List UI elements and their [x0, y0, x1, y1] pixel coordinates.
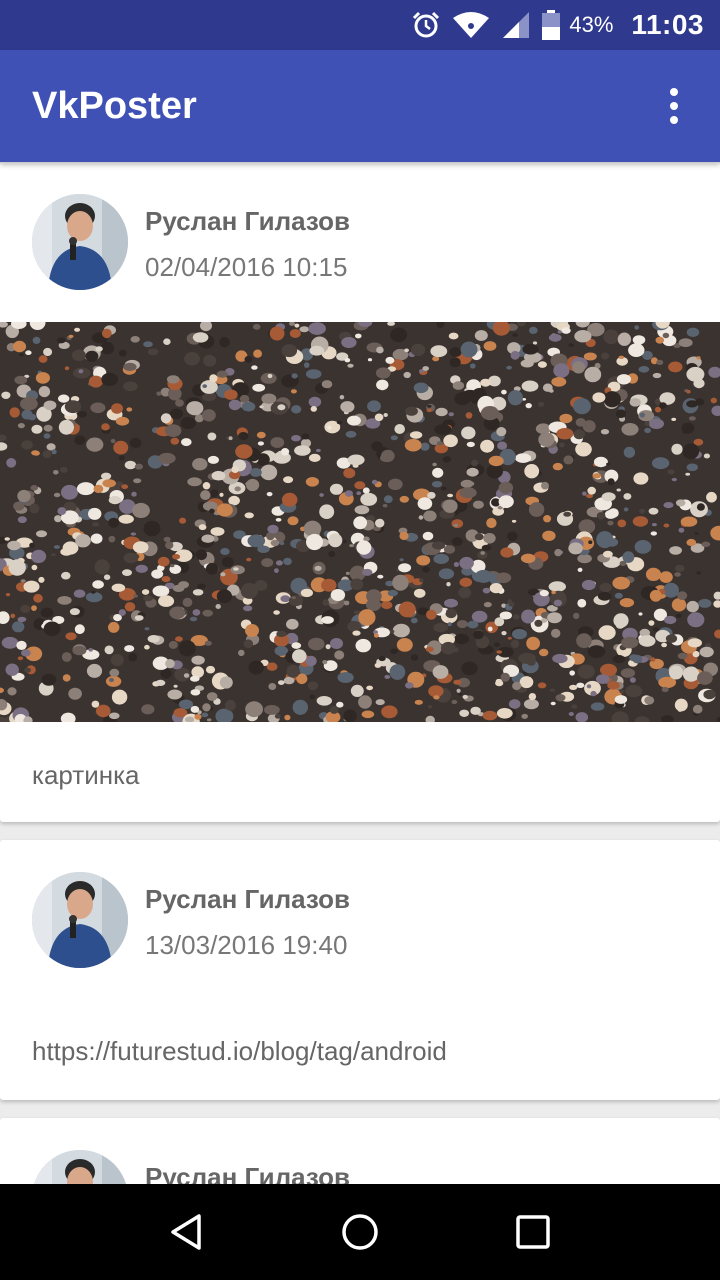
author-avatar[interactable]: [32, 1150, 128, 1184]
recents-icon[interactable]: [493, 1192, 573, 1272]
post-header: Руслан Гилазов 02/04/2016 10:15: [0, 162, 720, 322]
overflow-menu-icon[interactable]: [652, 78, 696, 134]
app-bar: VkPoster: [0, 50, 720, 162]
author-avatar[interactable]: [32, 872, 128, 968]
status-bar: 43% 11:03: [0, 0, 720, 50]
battery-percent: 43%: [569, 12, 614, 37]
author-name[interactable]: Руслан Гилазов: [145, 1162, 350, 1184]
status-clock: 11:03: [631, 9, 704, 40]
post-text: картинка: [32, 760, 140, 790]
signal-icon: [501, 10, 531, 40]
alarm-icon: [411, 10, 441, 40]
post-link[interactable]: https://futurestud.io/blog/tag/android: [0, 1000, 720, 1100]
post-image[interactable]: [0, 322, 720, 722]
post-header: Руслан Гилазов: [0, 1118, 720, 1184]
home-icon[interactable]: [320, 1192, 400, 1272]
post-feed[interactable]: Руслан Гилазов 02/04/2016 10:15 картинка: [0, 162, 720, 1184]
battery-icon: [541, 9, 561, 41]
post-card[interactable]: Руслан Гилазов: [0, 1118, 720, 1184]
post-date: 13/03/2016 19:40: [145, 930, 348, 960]
post-card[interactable]: Руслан Гилазов 02/04/2016 10:15 картинка: [0, 162, 720, 822]
post-header: Руслан Гилазов 13/03/2016 19:40: [0, 840, 720, 1000]
navigation-bar: [0, 1184, 720, 1280]
back-icon[interactable]: [147, 1192, 227, 1272]
post-card[interactable]: Руслан Гилазов 13/03/2016 19:40 https://…: [0, 840, 720, 1100]
app-title: VkPoster: [32, 84, 197, 127]
author-name[interactable]: Руслан Гилазов: [145, 206, 350, 237]
wifi-icon: [451, 10, 491, 40]
author-avatar[interactable]: [32, 194, 128, 290]
author-name[interactable]: Руслан Гилазов: [145, 884, 350, 915]
post-date: 02/04/2016 10:15: [145, 252, 348, 282]
